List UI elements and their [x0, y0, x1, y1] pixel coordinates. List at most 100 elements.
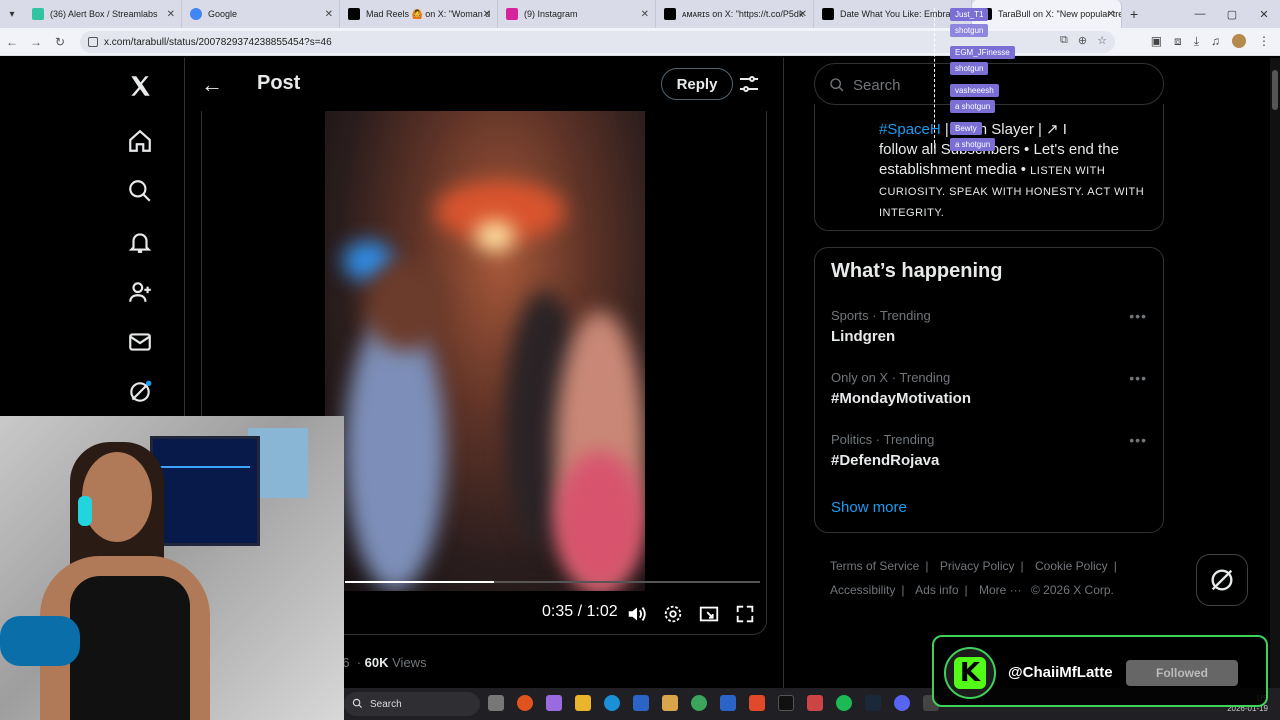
task-view-icon[interactable]	[488, 695, 504, 711]
browser-tab[interactable]: ᴀᴍᴀʀɪs on X: "https://t.co/P5dk ✕	[656, 0, 814, 28]
tab-title: (36) Alert Box / Streamlabs	[50, 9, 158, 19]
show-more-link[interactable]: Show more	[831, 499, 907, 516]
store-icon[interactable]	[662, 695, 678, 711]
spotify-icon[interactable]	[836, 695, 852, 711]
ads-info-link[interactable]: Ads info	[915, 583, 958, 597]
bio-hashtag-link[interactable]: #SpaceH	[879, 121, 941, 138]
browser-tab[interactable]: (9) Instagram ✕	[498, 0, 656, 28]
chat-message: Bewty	[950, 122, 982, 135]
views-label: Views	[392, 655, 427, 670]
browser-tab-active[interactable]: TaraBull on X: "New popular tre ✕	[972, 0, 1122, 28]
app-icon[interactable]	[546, 695, 562, 711]
tab-close-icon[interactable]: ✕	[167, 9, 175, 20]
x-favicon-icon	[348, 8, 360, 20]
trend-item[interactable]: Sports · Trending Lindgren •••	[815, 308, 1165, 368]
tab-title: Google	[208, 9, 238, 19]
tab-search-button[interactable]: ▾	[0, 0, 24, 28]
site-info-icon[interactable]	[88, 37, 98, 47]
bookmark-star-icon[interactable]: ☆	[1097, 34, 1107, 47]
install-app-icon[interactable]: ⧉	[1060, 34, 1068, 47]
tab-close-icon[interactable]: ✕	[325, 9, 333, 20]
reply-button[interactable]: Reply	[661, 68, 733, 100]
maximize-button[interactable]: ▢	[1216, 0, 1248, 28]
obs-app-icon[interactable]	[517, 695, 533, 711]
more-options-icon[interactable]: •••	[1129, 432, 1147, 448]
scrollbar-thumb[interactable]	[1272, 70, 1278, 110]
chrome-browser-icon[interactable]	[691, 695, 707, 711]
chat-message: a shotgun	[950, 138, 996, 151]
chat-message: shotgun	[950, 24, 989, 37]
new-tab-button[interactable]: +	[1122, 6, 1146, 22]
tab-groups-icon[interactable]: ▣	[1151, 34, 1162, 49]
page-scrollbar[interactable]	[1270, 58, 1280, 688]
video-frame[interactable]	[325, 111, 645, 591]
browser-tab[interactable]: Date What You Like: Embra.ing	[814, 0, 972, 28]
url-actions: ⧉ ⊕ ☆	[1060, 34, 1107, 47]
app-icon[interactable]	[807, 695, 823, 711]
app-icon[interactable]	[633, 695, 649, 711]
fullscreen-icon[interactable]	[734, 603, 756, 625]
trend-item[interactable]: Politics · Trending #DefendRojava •••	[815, 432, 1165, 492]
reply-settings-sliders-icon[interactable]	[737, 72, 761, 96]
profile-bio-card: #SpaceH | Truth Slayer | ↗ I follow all …	[814, 104, 1164, 231]
webcam-headset	[78, 496, 92, 526]
browser-tab[interactable]: (36) Alert Box / Streamlabs ✕	[24, 0, 182, 28]
more-options-icon[interactable]: •••	[1129, 308, 1147, 324]
forward-nav-button[interactable]: →	[24, 35, 48, 49]
app-icon[interactable]	[749, 695, 765, 711]
app-icon[interactable]	[720, 695, 736, 711]
tab-close-icon[interactable]: ✕	[1107, 9, 1115, 20]
chat-message: a shotgun	[950, 100, 996, 113]
back-nav-button[interactable]: ←	[0, 35, 24, 49]
privacy-link[interactable]: Privacy Policy	[940, 559, 1015, 573]
discord-icon[interactable]	[894, 695, 910, 711]
video-blur-dress	[555, 451, 645, 591]
more-options-icon[interactable]: •••	[1129, 370, 1147, 386]
whats-happening-panel: What’s happening Sports · Trending Lindg…	[814, 247, 1164, 533]
follow-add-user-icon[interactable]	[120, 272, 160, 312]
browser-tab[interactable]: Mad Reels 🙆 on X: "Woman d ✕	[340, 0, 498, 28]
steam-icon[interactable]	[865, 695, 881, 711]
cookie-link[interactable]: Cookie Policy	[1035, 559, 1108, 573]
tiktok-app-icon[interactable]	[778, 695, 794, 711]
grok-floating-button[interactable]	[1196, 554, 1248, 606]
extensions-icon[interactable]: ⧈	[1174, 34, 1182, 49]
video-time: 0:35 / 1:02	[542, 603, 618, 620]
grok-icon[interactable]	[120, 372, 160, 412]
close-window-button[interactable]: ✕	[1248, 0, 1280, 28]
explore-search-icon[interactable]	[120, 171, 160, 211]
tab-close-icon[interactable]: ✕	[483, 9, 491, 20]
minimize-button[interactable]: —	[1184, 0, 1216, 28]
views-count: 60K	[364, 655, 389, 670]
download-icon[interactable]: ⤓	[1194, 34, 1199, 49]
file-explorer-icon[interactable]	[575, 695, 591, 711]
trend-name: #DefendRojava	[831, 452, 940, 469]
terms-link[interactable]: Terms of Service	[830, 559, 919, 573]
media-control-icon[interactable]: ♫	[1211, 34, 1220, 49]
edge-browser-icon[interactable]	[604, 695, 620, 711]
taskbar-search[interactable]: Search	[344, 692, 480, 716]
address-toolbar: ← → ↻ x.com/tarabull/status/200782937423…	[0, 28, 1280, 56]
accessibility-link[interactable]: Accessibility	[830, 583, 895, 597]
reload-button[interactable]: ↻	[48, 35, 72, 49]
messages-mail-icon[interactable]	[120, 322, 160, 362]
video-progress-bar[interactable]	[345, 581, 760, 583]
chat-guide-line	[934, 8, 935, 148]
browser-tab[interactable]: Google ✕	[182, 0, 340, 28]
trend-item[interactable]: Only on X · Trending #MondayMotivation •…	[815, 370, 1165, 430]
picture-in-picture-icon[interactable]	[698, 603, 720, 625]
search-input[interactable]	[853, 74, 1153, 96]
tab-close-icon[interactable]: ✕	[799, 9, 807, 20]
settings-gear-icon[interactable]	[662, 603, 684, 625]
tab-close-icon[interactable]: ✕	[641, 9, 649, 20]
webcam-person-top	[70, 576, 190, 720]
notifications-bell-icon[interactable]	[120, 222, 160, 262]
profile-avatar[interactable]	[1232, 34, 1246, 48]
more-footer-link[interactable]: More ···	[979, 583, 1022, 597]
back-arrow-icon[interactable]: ←	[201, 72, 223, 98]
volume-icon[interactable]	[626, 603, 648, 625]
browser-menu-icon[interactable]: ⋮	[1258, 34, 1270, 49]
zoom-icon[interactable]: ⊕	[1078, 34, 1087, 47]
x-logo-icon[interactable]	[120, 66, 160, 106]
home-icon[interactable]	[120, 121, 160, 161]
